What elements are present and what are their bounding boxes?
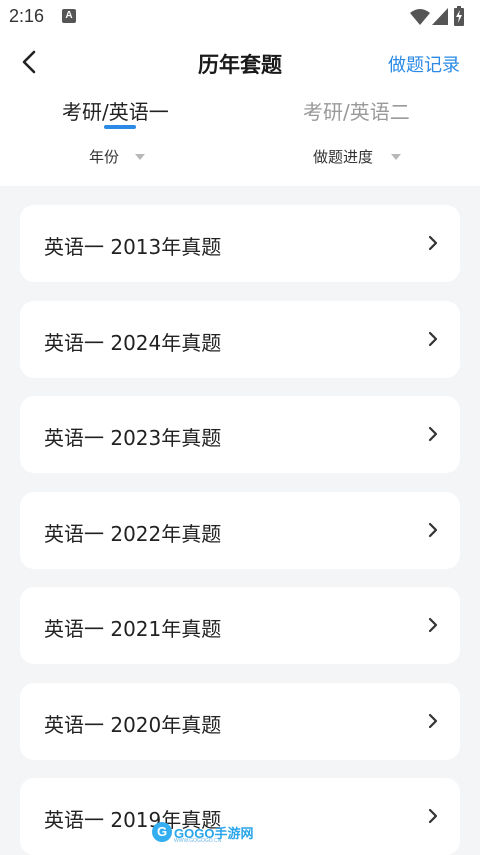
caret-down-icon[interactable] — [391, 154, 401, 160]
caret-down-icon[interactable] — [135, 154, 145, 160]
nav-bar: 历年套题 做题记录 — [0, 40, 480, 84]
battery-charging-icon — [454, 6, 464, 26]
year-filter[interactable]: 年份 — [89, 146, 119, 167]
a-notification-icon: A — [62, 9, 76, 23]
chevron-right-icon — [428, 808, 438, 824]
active-tab-indicator — [104, 125, 136, 129]
filter-bar: 年份 做题进度 — [0, 146, 480, 174]
list-item[interactable]: 英语一 2020年真题 — [20, 683, 460, 760]
wifi-icon — [410, 9, 430, 25]
tab-english-2[interactable]: 考研/英语二 — [303, 96, 410, 132]
chevron-right-icon — [428, 522, 438, 538]
chevron-right-icon — [428, 713, 438, 729]
chevron-right-icon — [428, 617, 438, 633]
chevron-right-icon — [428, 426, 438, 442]
watermark-badge: G — [152, 822, 172, 842]
list-item[interactable]: 英语一 2023年真题 — [20, 396, 460, 473]
status-time: 2:16 — [9, 6, 45, 26]
notification-letter: A — [65, 10, 73, 21]
item-label: 英语一 2024年真题 — [44, 331, 222, 355]
list-item[interactable]: 英语一 2024年真题 — [20, 301, 460, 378]
list-item[interactable]: 英语一 2013年真题 — [20, 205, 460, 282]
list-item[interactable]: 英语一 2021年真题 — [20, 587, 460, 664]
chevron-right-icon — [428, 331, 438, 347]
status-icons — [410, 6, 472, 26]
status-bar: 2:16 A — [0, 0, 480, 34]
watermark-logo: G GOGO手游网 WWW.GOGOGO.CN — [152, 822, 253, 844]
watermark-subtext: WWW.GOGOGO.CN — [174, 838, 222, 844]
item-label: 英语一 2021年真题 — [44, 617, 222, 641]
list-item[interactable]: 英语一 2022年真题 — [20, 492, 460, 569]
progress-filter[interactable]: 做题进度 — [313, 146, 373, 167]
chevron-right-icon — [428, 235, 438, 251]
signal-icon — [432, 8, 448, 25]
item-label: 英语一 2023年真题 — [44, 426, 222, 450]
exam-tabs: 考研/英语一 考研/英语二 — [0, 96, 480, 136]
item-label: 英语一 2013年真题 — [44, 235, 222, 259]
item-label: 英语一 2020年真题 — [44, 713, 222, 737]
item-label: 英语一 2022年真题 — [44, 522, 222, 546]
practice-record-link[interactable]: 做题记录 — [388, 51, 460, 77]
